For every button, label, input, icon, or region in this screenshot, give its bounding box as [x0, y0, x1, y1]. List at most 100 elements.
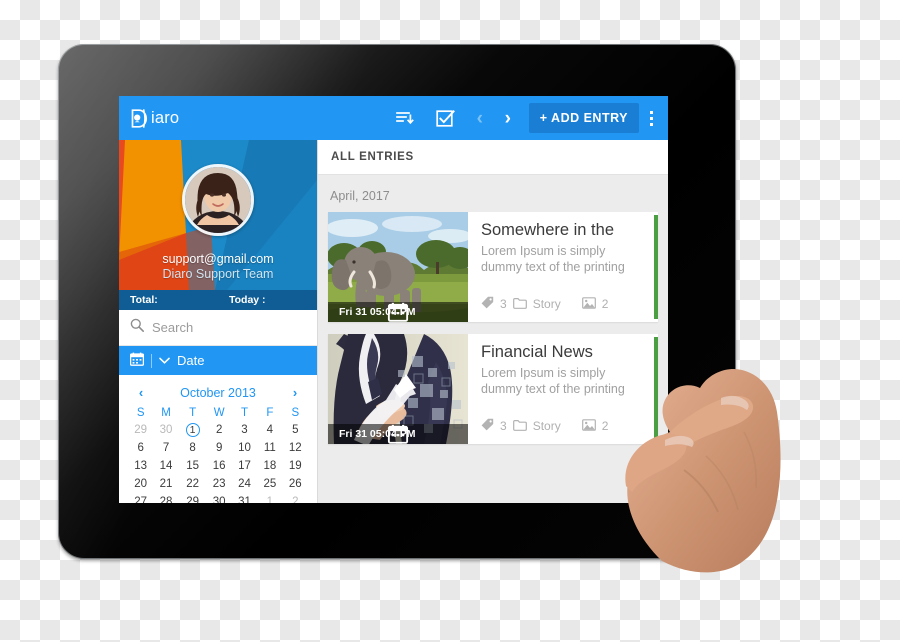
date-filter-label: Date	[177, 353, 205, 368]
image-icon	[581, 296, 596, 312]
calendar-week-row: 27 28 29 30 31 1 2	[128, 493, 308, 503]
entry-body: Financial News Lorem Ipsum is simply dumm…	[468, 334, 658, 444]
app-body: support@gmail.com Diaro Support Team Tot…	[119, 140, 668, 503]
search-input[interactable]: Search	[119, 310, 317, 346]
checkbox-checked-icon[interactable]	[432, 104, 460, 132]
entry-date-badge: Fri 31 05:04 PM	[328, 424, 468, 444]
calendar-day[interactable]: 16	[206, 457, 231, 475]
sort-descending-icon[interactable]	[392, 104, 420, 132]
chevron-right-icon[interactable]: ›	[288, 385, 302, 400]
chevron-down-icon	[159, 353, 170, 368]
entries-header: ALL ENTRIES	[318, 140, 668, 175]
image-icon	[581, 418, 596, 434]
folder-icon	[512, 297, 527, 312]
calendar-day[interactable]: 14	[153, 457, 178, 475]
more-vertical-icon[interactable]	[642, 104, 660, 132]
entry-date-badge: Fri 31 05:04 PM	[328, 302, 468, 322]
entry-thumbnail[interactable]: Fri 31 05:04 PM	[328, 334, 468, 444]
overflow-dot	[649, 122, 653, 126]
calendar-day[interactable]: 1	[179, 421, 207, 439]
calendar-weekday: T	[189, 407, 197, 419]
calendar-week-row: 29 30 1 2 3 4 5	[128, 421, 308, 439]
entries-scroll-area[interactable]: April, 2017 Fri 31 05:04 PM Somewhere in…	[318, 175, 668, 503]
page-title: ALL ENTRIES	[331, 151, 414, 163]
calendar-day[interactable]: 24	[232, 475, 257, 493]
date-filter-bar[interactable]: Date	[119, 346, 317, 375]
profile-header[interactable]: support@gmail.com Diaro Support Team	[119, 140, 317, 290]
calendar-day[interactable]: 4	[257, 421, 282, 439]
calendar-day[interactable]: 22	[179, 475, 207, 493]
calendar-day[interactable]: 31	[232, 493, 257, 503]
calendar-day[interactable]: 11	[257, 439, 282, 457]
calendar-weekday: W	[213, 407, 225, 419]
entry-folder-name: Story	[532, 297, 561, 311]
calendar-day[interactable]: 19	[283, 457, 308, 475]
calendar-week-row: 13 14 15 16 17 18 19	[128, 457, 308, 475]
tag-icon	[481, 296, 494, 312]
user-avatar-image	[185, 167, 251, 233]
entry-title: Somewhere in the	[481, 221, 614, 239]
calendar-day[interactable]: 23	[206, 475, 231, 493]
calendar-day[interactable]: 25	[257, 475, 282, 493]
calendar-weekday-row: SMTWTFS	[128, 406, 308, 421]
prev-entry-button[interactable]: ‹	[469, 109, 491, 128]
stats-bar: Total: Today :	[119, 290, 317, 310]
entry-body: Somewhere in the Lorem Ipsum is simply du…	[468, 212, 658, 322]
calendar-day[interactable]: 1	[257, 493, 282, 503]
profile-identity: support@gmail.com Diaro Support Team	[119, 252, 317, 283]
calendar-weekday: M	[161, 407, 171, 419]
avatar[interactable]	[182, 164, 254, 236]
calendar-day[interactable]: 27	[128, 493, 153, 503]
calendar-day[interactable]: 12	[283, 439, 308, 457]
calendar-day[interactable]: 21	[153, 475, 178, 493]
tablet-screen: iaro ‹ › + ADD ENTRY support@gmail.com D…	[119, 96, 668, 503]
calendar-day[interactable]: 7	[153, 439, 178, 457]
calendar-day[interactable]: 30	[153, 421, 178, 439]
calendar-weekday: T	[240, 407, 249, 419]
month-group-label: April, 2017	[330, 189, 390, 203]
entry-card[interactable]: Fri 31 05:04 PM Financial News Lorem Ipsum…	[328, 334, 658, 444]
date-filter-divider	[151, 353, 152, 368]
calendar-day[interactable]: 6	[128, 439, 153, 457]
calendar-header: ‹ October 2013 ›	[128, 385, 308, 406]
calendar-day[interactable]: 5	[283, 421, 308, 439]
calendar-day[interactable]: 13	[128, 457, 153, 475]
entry-tag-count: 3	[500, 419, 507, 433]
calendar-day[interactable]: 9	[206, 439, 231, 457]
calendar-day[interactable]: 18	[257, 457, 282, 475]
calendar-widget: ‹ October 2013 › SMTWTFS 29 30 1 2 3 4 5 6 7 8 9 10…	[119, 375, 317, 503]
entry-list: Fri 31 05:04 PM Somewhere in the Lorem Ips…	[328, 212, 658, 444]
calendar-day-rows: 29 30 1 2 3 4 5 6 7 8 9 10 11 12 13 14 15 16 17 18 19 20 21 22 2…	[128, 421, 308, 503]
calendar-title: October 2013	[180, 385, 256, 400]
calendar-day[interactable]: 17	[232, 457, 257, 475]
entry-meta: 3 Story 2	[481, 296, 646, 322]
calendar-week-row: 20 21 22 23 24 25 26	[128, 475, 308, 493]
profile-email: support@gmail.com	[162, 251, 274, 266]
calendar-day[interactable]: 29	[128, 421, 153, 439]
next-entry-button[interactable]: ›	[497, 109, 519, 128]
entry-card[interactable]: Fri 31 05:04 PM Somewhere in the Lorem Ips…	[328, 212, 658, 322]
calendar-day[interactable]: 28	[153, 493, 178, 503]
chevron-left-icon[interactable]: ‹	[134, 385, 148, 400]
entry-folder-name: Story	[532, 419, 561, 433]
tag-icon	[481, 418, 494, 434]
calendar-day[interactable]: 2	[283, 493, 308, 503]
entry-thumbnail[interactable]: Fri 31 05:04 PM	[328, 212, 468, 322]
calendar-day[interactable]: 8	[179, 439, 207, 457]
calendar-day[interactable]: 10	[232, 439, 257, 457]
calendar-day[interactable]: 2	[206, 421, 231, 439]
add-entry-button[interactable]: + ADD ENTRY	[528, 103, 639, 133]
entry-photo-count: 2	[601, 297, 609, 311]
entry-excerpt: Lorem Ipsum is simply dummy text of the …	[481, 243, 625, 275]
stats-total: Total:	[130, 294, 158, 306]
calendar-weekday: S	[291, 407, 300, 419]
search-icon	[130, 318, 144, 337]
calendar-weekday: S	[136, 407, 145, 419]
overflow-dot	[649, 116, 653, 120]
calendar-day[interactable]: 30	[206, 493, 231, 503]
calendar-day[interactable]: 15	[179, 457, 207, 475]
calendar-day[interactable]: 29	[179, 493, 207, 503]
calendar-day[interactable]: 26	[283, 475, 308, 493]
calendar-day[interactable]: 3	[232, 421, 257, 439]
calendar-day[interactable]: 20	[128, 475, 153, 493]
